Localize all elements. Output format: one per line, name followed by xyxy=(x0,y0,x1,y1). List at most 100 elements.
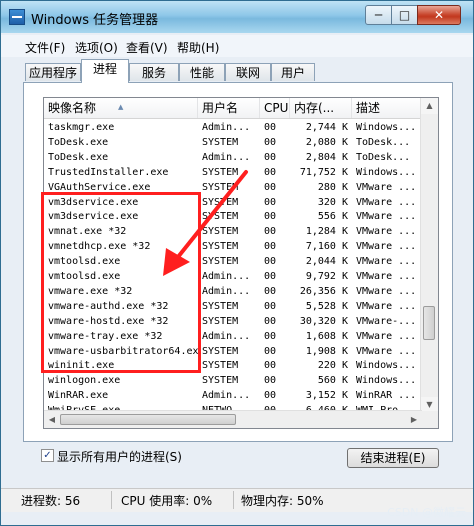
tab-networking[interactable]: 联网 xyxy=(225,63,271,81)
status-separator xyxy=(233,491,234,509)
table-row[interactable]: vmnat.exe *32 SYSTEM 00 1,284 K VMware ... xyxy=(44,224,422,239)
table-row[interactable]: vmware-authd.exe *32 SYSTEM 00 5,528 K VMwar… xyxy=(44,299,422,314)
row-memory: 30,320 K xyxy=(299,315,348,327)
row-user-name: SYSTEM xyxy=(202,315,239,327)
row-user-name: SYSTEM xyxy=(202,136,239,148)
sort-ascending-icon: ▲ xyxy=(118,103,124,111)
table-row[interactable]: vmware-usbarbitrator64.exe SYSTEM 00 1,908 … xyxy=(44,344,422,359)
table-row[interactable]: ToDesk.exe SYSTEM 00 2,080 K ToDesk... xyxy=(44,135,422,150)
row-cpu: 00 xyxy=(264,256,277,268)
table-row[interactable]: vmware-tray.exe *32 Admin... 00 1,608 K VMwa… xyxy=(44,329,422,344)
table-row[interactable]: vmnetdhcp.exe *32 SYSTEM 00 7,160 K VMware .… xyxy=(44,239,422,254)
vertical-scrollbar[interactable]: ▲ ▼ xyxy=(420,98,438,413)
row-image-name: VGAuthService.exe xyxy=(48,181,151,193)
table-row[interactable]: WinRAR.exe Admin... 00 3,152 K WinRAR ... xyxy=(44,388,422,403)
title-bar[interactable]: Windows 任务管理器 ─ □ ✕ xyxy=(1,1,473,33)
show-all-users-label: 显示所有用户的进程(S) xyxy=(57,450,182,464)
row-memory: 320 K xyxy=(317,196,348,208)
task-manager-window: Windows 任务管理器 ─ □ ✕ 文件(F) 选项(O) 查看(V) 帮助… xyxy=(0,0,474,526)
status-physical-memory: 物理内存: 50% xyxy=(241,494,324,508)
minimize-button[interactable]: ─ xyxy=(365,5,392,25)
menu-options[interactable]: 选项(O) xyxy=(75,39,118,56)
row-image-name: vmware-hostd.exe *32 xyxy=(48,315,169,327)
table-row[interactable]: vmtoolsd.exe Admin... 00 9,792 K VMware ... xyxy=(44,269,422,284)
tab-applications[interactable]: 应用程序 xyxy=(25,63,81,81)
table-row[interactable]: VGAuthService.exe SYSTEM 00 280 K VMware ... xyxy=(44,180,422,195)
row-image-name: vmnetdhcp.exe *32 xyxy=(48,241,151,253)
row-description: Windows... xyxy=(356,122,417,133)
scroll-right-icon[interactable]: ▶ xyxy=(406,411,422,428)
row-description: VMware ... xyxy=(356,285,417,297)
scroll-left-icon[interactable]: ◀ xyxy=(44,411,60,428)
process-list[interactable]: 映像名称 ▲ 用户名 CPU 内存(... 描述 taskmgr.exe Admi… xyxy=(43,97,439,429)
table-row[interactable]: vm3dservice.exe SYSTEM 00 320 K VMware ... xyxy=(44,195,422,210)
row-cpu: 00 xyxy=(264,285,277,297)
row-image-name: vmnat.exe *32 xyxy=(48,226,127,238)
row-image-name: vm3dservice.exe xyxy=(48,211,139,223)
horizontal-scroll-thumb[interactable] xyxy=(60,414,236,425)
column-cpu[interactable]: CPU xyxy=(260,98,290,118)
table-row[interactable]: vm3dservice.exe SYSTEM 00 556 K VMware ... xyxy=(44,209,422,224)
table-row[interactable]: vmware.exe *32 Admin... 00 26,356 K VMware .… xyxy=(44,284,422,299)
end-process-button[interactable]: 结束进程(E) xyxy=(347,448,439,468)
row-user-name: SYSTEM xyxy=(202,241,239,253)
column-user-name[interactable]: 用户名 xyxy=(198,98,260,118)
row-image-name: vmware.exe *32 xyxy=(48,285,133,297)
row-cpu: 00 xyxy=(264,166,277,178)
table-row[interactable]: wininit.exe SYSTEM 00 220 K Windows... xyxy=(44,358,422,373)
scroll-up-icon[interactable]: ▲ xyxy=(421,98,438,114)
row-user-name: Admin... xyxy=(202,271,251,282)
table-row[interactable]: winlogon.exe SYSTEM 00 560 K Windows... xyxy=(44,373,422,388)
row-user-name: Admin... xyxy=(202,122,251,133)
column-description[interactable]: 描述 xyxy=(352,98,422,118)
maximize-button[interactable]: □ xyxy=(391,5,418,25)
scrollbar-corner xyxy=(421,411,438,428)
row-image-name: vmtoolsd.exe xyxy=(48,256,121,268)
row-cpu: 00 xyxy=(264,390,277,402)
column-image-name-label: 映像名称 xyxy=(48,101,97,115)
row-image-name: ToDesk.exe xyxy=(48,136,109,148)
row-user-name: Admin... xyxy=(202,330,251,342)
table-row[interactable]: TrustedInstaller.exe SYSTEM 00 71,752 K Wind… xyxy=(44,165,422,180)
menu-help[interactable]: 帮助(H) xyxy=(177,39,219,56)
tab-performance[interactable]: 性能 xyxy=(179,63,225,81)
row-description: VMware ... xyxy=(356,181,417,193)
task-manager-app-icon xyxy=(9,9,25,25)
column-header-row: 映像名称 ▲ 用户名 CPU 内存(... 描述 xyxy=(44,98,422,119)
tab-services[interactable]: 服务 xyxy=(129,63,179,81)
row-memory: 280 K xyxy=(317,181,348,193)
row-description: VMware ... xyxy=(356,271,417,282)
column-image-name[interactable]: 映像名称 ▲ xyxy=(44,98,198,118)
table-row[interactable]: taskmgr.exe Admin... 00 2,744 K Windows... xyxy=(44,120,422,135)
table-row[interactable]: ToDesk.exe Admin... 00 2,804 K ToDesk... xyxy=(44,150,422,165)
close-button[interactable]: ✕ xyxy=(417,5,461,25)
show-all-users-checkbox[interactable]: ✓ xyxy=(41,449,54,462)
row-image-name: taskmgr.exe xyxy=(48,122,115,133)
row-cpu: 00 xyxy=(264,136,277,148)
row-user-name: Admin... xyxy=(202,285,251,297)
row-cpu: 00 xyxy=(264,300,277,312)
row-user-name: SYSTEM xyxy=(202,166,239,178)
column-memory[interactable]: 内存(... xyxy=(290,98,352,118)
watermark-text: CSDN @徽耀云 xyxy=(387,506,466,519)
horizontal-scrollbar[interactable]: ◀ ▶ xyxy=(44,410,422,428)
row-description: ToDesk... xyxy=(356,151,411,163)
vertical-scroll-thumb[interactable] xyxy=(423,306,435,340)
row-cpu: 00 xyxy=(264,271,277,282)
row-description: VMware ... xyxy=(356,300,417,312)
row-cpu: 00 xyxy=(264,345,277,357)
table-row[interactable]: vmware-hostd.exe *32 SYSTEM 00 30,320 K VMwa… xyxy=(44,314,422,329)
tab-processes[interactable]: 进程 xyxy=(81,59,129,83)
row-memory: 3,152 K xyxy=(305,390,348,402)
status-separator xyxy=(111,491,112,509)
tab-strip: 应用程序 进程 服务 性能 联网 用户 xyxy=(1,59,473,83)
row-cpu: 00 xyxy=(264,375,277,387)
row-description: VMware ... xyxy=(356,256,417,268)
table-row[interactable]: vmtoolsd.exe SYSTEM 00 2,044 K VMware ... xyxy=(44,254,422,269)
menu-file[interactable]: 文件(F) xyxy=(25,39,65,56)
menu-view[interactable]: 查看(V) xyxy=(126,39,168,56)
row-cpu: 00 xyxy=(264,122,277,133)
tab-users[interactable]: 用户 xyxy=(271,63,315,81)
row-description: VMware ... xyxy=(356,330,417,342)
row-cpu: 00 xyxy=(264,241,277,253)
